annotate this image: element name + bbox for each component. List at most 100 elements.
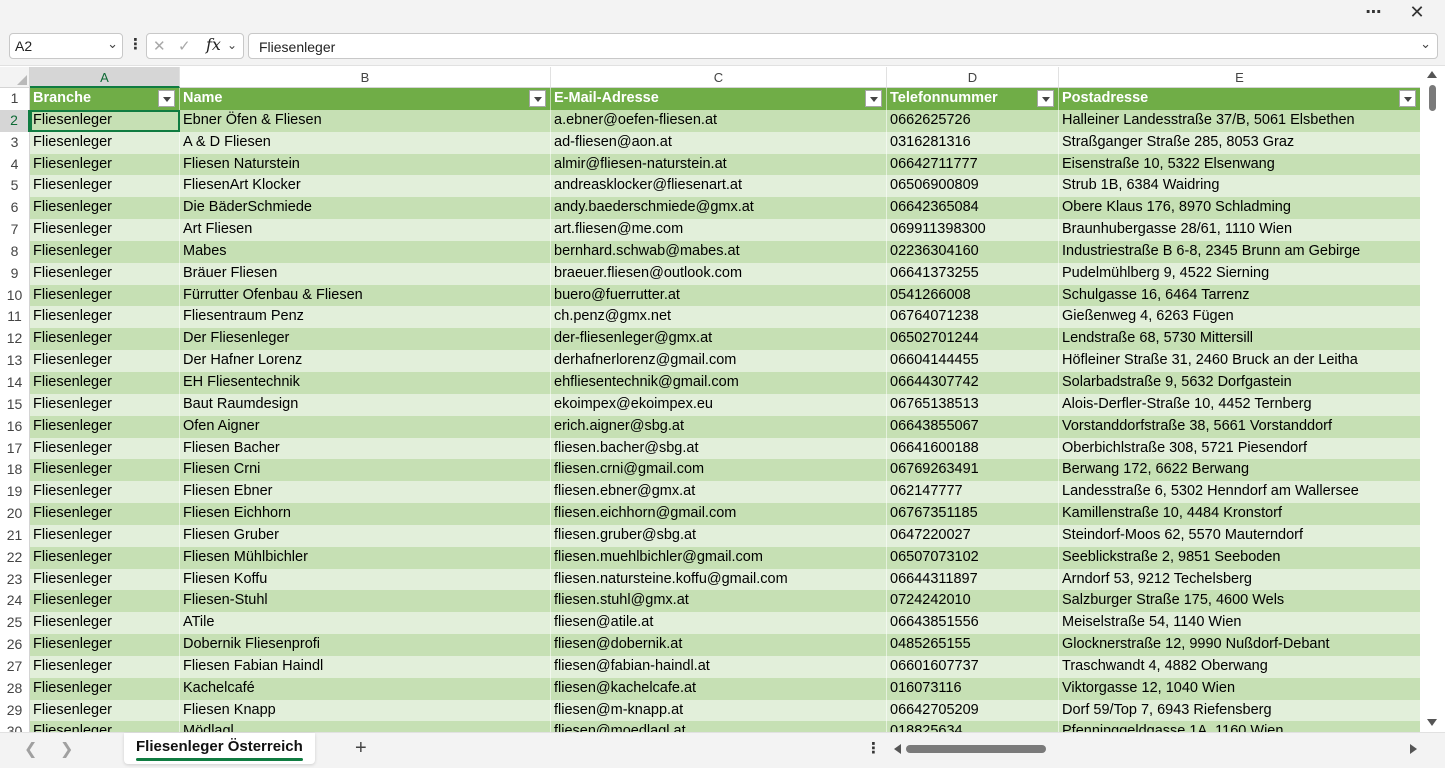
- cell-telefon[interactable]: 0647220027: [887, 524, 1059, 547]
- cell-telefon[interactable]: 06767351185: [887, 503, 1059, 525]
- cell-branche[interactable]: Fliesenleger: [30, 306, 180, 329]
- cell-telefon[interactable]: 06642705209: [887, 699, 1059, 722]
- cell-telefon[interactable]: 06642365084: [887, 197, 1059, 220]
- cell-email[interactable]: almir@fliesen-naturstein.at: [551, 153, 887, 176]
- cell-name[interactable]: Ofen Aigner: [180, 415, 551, 438]
- cell-telefon[interactable]: 06604144455: [887, 350, 1059, 372]
- cell-postadresse[interactable]: Alois-Derfler-Straße 10, 4452 Ternberg: [1059, 393, 1420, 416]
- cell-postadresse[interactable]: Steindorf-Moos 62, 5570 Mauterndorf: [1059, 524, 1420, 547]
- row-header[interactable]: 27: [0, 655, 30, 678]
- cell-branche[interactable]: Fliesenleger: [30, 699, 180, 722]
- cell-email[interactable]: fliesen.muehlbichler@gmail.com: [551, 546, 887, 569]
- cell-telefon[interactable]: 0662625726: [887, 109, 1059, 132]
- cell-telefon[interactable]: 06643855067: [887, 415, 1059, 438]
- cell-branche[interactable]: Fliesenleger: [30, 459, 180, 482]
- select-all-button[interactable]: [0, 67, 30, 88]
- row-header[interactable]: 29: [0, 699, 30, 722]
- cell-branche[interactable]: Fliesenleger: [30, 481, 180, 504]
- header-cell-email[interactable]: E-Mail-Adresse: [551, 88, 887, 110]
- cell-branche[interactable]: Fliesenleger: [30, 677, 180, 700]
- cell-email[interactable]: fliesen@moedlagl.at: [551, 721, 887, 732]
- cell-branche[interactable]: Fliesenleger: [30, 328, 180, 351]
- cell-telefon[interactable]: 06764071238: [887, 306, 1059, 329]
- cell-telefon[interactable]: 06643851556: [887, 612, 1059, 635]
- filter-dropdown-icon[interactable]: [529, 90, 546, 107]
- cell-telefon[interactable]: 02236304160: [887, 240, 1059, 263]
- cell-telefon[interactable]: 0541266008: [887, 284, 1059, 307]
- name-box[interactable]: A2 ⌄: [9, 33, 123, 59]
- cell-telefon[interactable]: 06642711777: [887, 153, 1059, 176]
- row-header[interactable]: 21: [0, 524, 30, 547]
- cell-email[interactable]: ehfliesentechnik@gmail.com: [551, 371, 887, 394]
- previous-sheet-icon[interactable]: ❮: [24, 739, 37, 759]
- cell-branche[interactable]: Fliesenleger: [30, 634, 180, 656]
- column-header-b[interactable]: B: [180, 67, 551, 88]
- cell-telefon[interactable]: 06507073102: [887, 546, 1059, 569]
- row-header[interactable]: 25: [0, 612, 30, 635]
- formula-bar-options-icon[interactable]: ⋮: [128, 35, 143, 57]
- cell-name[interactable]: Mödlagl: [180, 721, 551, 732]
- cell-branche[interactable]: Fliesenleger: [30, 524, 180, 547]
- cell-name[interactable]: Der Fliesenleger: [180, 328, 551, 351]
- cell-telefon[interactable]: 062147777: [887, 481, 1059, 504]
- row-header[interactable]: 22: [0, 546, 30, 569]
- cell-branche[interactable]: Fliesenleger: [30, 415, 180, 438]
- cell-branche[interactable]: Fliesenleger: [30, 175, 180, 198]
- cell-postadresse[interactable]: Pudelmühlberg 9, 4522 Sierning: [1059, 262, 1420, 285]
- cell-name[interactable]: Fliesen Crni: [180, 459, 551, 482]
- scroll-left-icon[interactable]: [894, 744, 901, 754]
- row-header[interactable]: 10: [0, 284, 30, 307]
- cell-name[interactable]: Bräuer Fliesen: [180, 262, 551, 285]
- cell-name[interactable]: EH Fliesentechnik: [180, 371, 551, 394]
- row-header[interactable]: 16: [0, 415, 30, 438]
- cell-name[interactable]: Mabes: [180, 240, 551, 263]
- column-header-c[interactable]: C: [551, 67, 887, 88]
- cell-name[interactable]: Fliesen Gruber: [180, 524, 551, 547]
- cell-email[interactable]: buero@fuerrutter.at: [551, 284, 887, 307]
- cell-name[interactable]: Art Fliesen: [180, 219, 551, 241]
- row-header[interactable]: 17: [0, 437, 30, 460]
- row-header[interactable]: 20: [0, 503, 30, 525]
- cell-email[interactable]: ekoimpex@ekoimpex.eu: [551, 393, 887, 416]
- cell-telefon[interactable]: 016073116: [887, 677, 1059, 700]
- row-header[interactable]: 24: [0, 590, 30, 613]
- cell-name[interactable]: Der Hafner Lorenz: [180, 350, 551, 372]
- cell-name[interactable]: Fliesentraum Penz: [180, 306, 551, 329]
- cell-branche[interactable]: Fliesenleger: [30, 284, 180, 307]
- cell-name[interactable]: Fliesen-Stuhl: [180, 590, 551, 613]
- cell-telefon[interactable]: 069911398300: [887, 219, 1059, 241]
- cell-postadresse[interactable]: Landesstraße 6, 5302 Henndorf am Wallers…: [1059, 481, 1420, 504]
- cell-email[interactable]: fliesen.natursteine.koffu@gmail.com: [551, 568, 887, 591]
- cell-branche[interactable]: Fliesenleger: [30, 503, 180, 525]
- cell-telefon[interactable]: 06641373255: [887, 262, 1059, 285]
- row-header[interactable]: 13: [0, 350, 30, 372]
- cell-email[interactable]: art.fliesen@me.com: [551, 219, 887, 241]
- cell-email[interactable]: fliesen.stuhl@gmx.at: [551, 590, 887, 613]
- cell-email[interactable]: fliesen@dobernik.at: [551, 634, 887, 656]
- cell-email[interactable]: a.ebner@oefen-fliesen.at: [551, 109, 887, 132]
- cell-postadresse[interactable]: Solarbadstraße 9, 5632 Dorfgastein: [1059, 371, 1420, 394]
- cell-postadresse[interactable]: Seeblickstraße 2, 9851 Seeboden: [1059, 546, 1420, 569]
- cell-postadresse[interactable]: Salzburger Straße 175, 4600 Wels: [1059, 590, 1420, 613]
- row-header[interactable]: 1: [0, 88, 30, 110]
- cell-name[interactable]: Fliesen Mühlbichler: [180, 546, 551, 569]
- cell-name[interactable]: Kachelcafé: [180, 677, 551, 700]
- row-header[interactable]: 5: [0, 175, 30, 198]
- cell-postadresse[interactable]: Oberbichlstraße 308, 5721 Piesendorf: [1059, 437, 1420, 460]
- cell-branche[interactable]: Fliesenleger: [30, 219, 180, 241]
- cell-name[interactable]: Fliesen Fabian Haindl: [180, 655, 551, 678]
- cell-name[interactable]: Fürrutter Ofenbau & Fliesen: [180, 284, 551, 307]
- cell-email[interactable]: fliesen.bacher@sbg.at: [551, 437, 887, 460]
- cell-email[interactable]: ch.penz@gmx.net: [551, 306, 887, 329]
- expand-formula-bar-icon[interactable]: ⌄: [1420, 36, 1431, 52]
- cell-postadresse[interactable]: Straßganger Straße 285, 8053 Graz: [1059, 131, 1420, 154]
- cell-branche[interactable]: Fliesenleger: [30, 350, 180, 372]
- cell-telefon[interactable]: 06644311897: [887, 568, 1059, 591]
- scroll-up-icon[interactable]: [1427, 71, 1437, 78]
- row-header[interactable]: 14: [0, 371, 30, 394]
- filter-dropdown-icon[interactable]: [1399, 90, 1416, 107]
- cell-postadresse[interactable]: Traschwandt 4, 4882 Oberwang: [1059, 655, 1420, 678]
- cell-branche[interactable]: Fliesenleger: [30, 612, 180, 635]
- more-options-icon[interactable]: ⋯: [1356, 0, 1392, 24]
- row-header[interactable]: 7: [0, 219, 30, 241]
